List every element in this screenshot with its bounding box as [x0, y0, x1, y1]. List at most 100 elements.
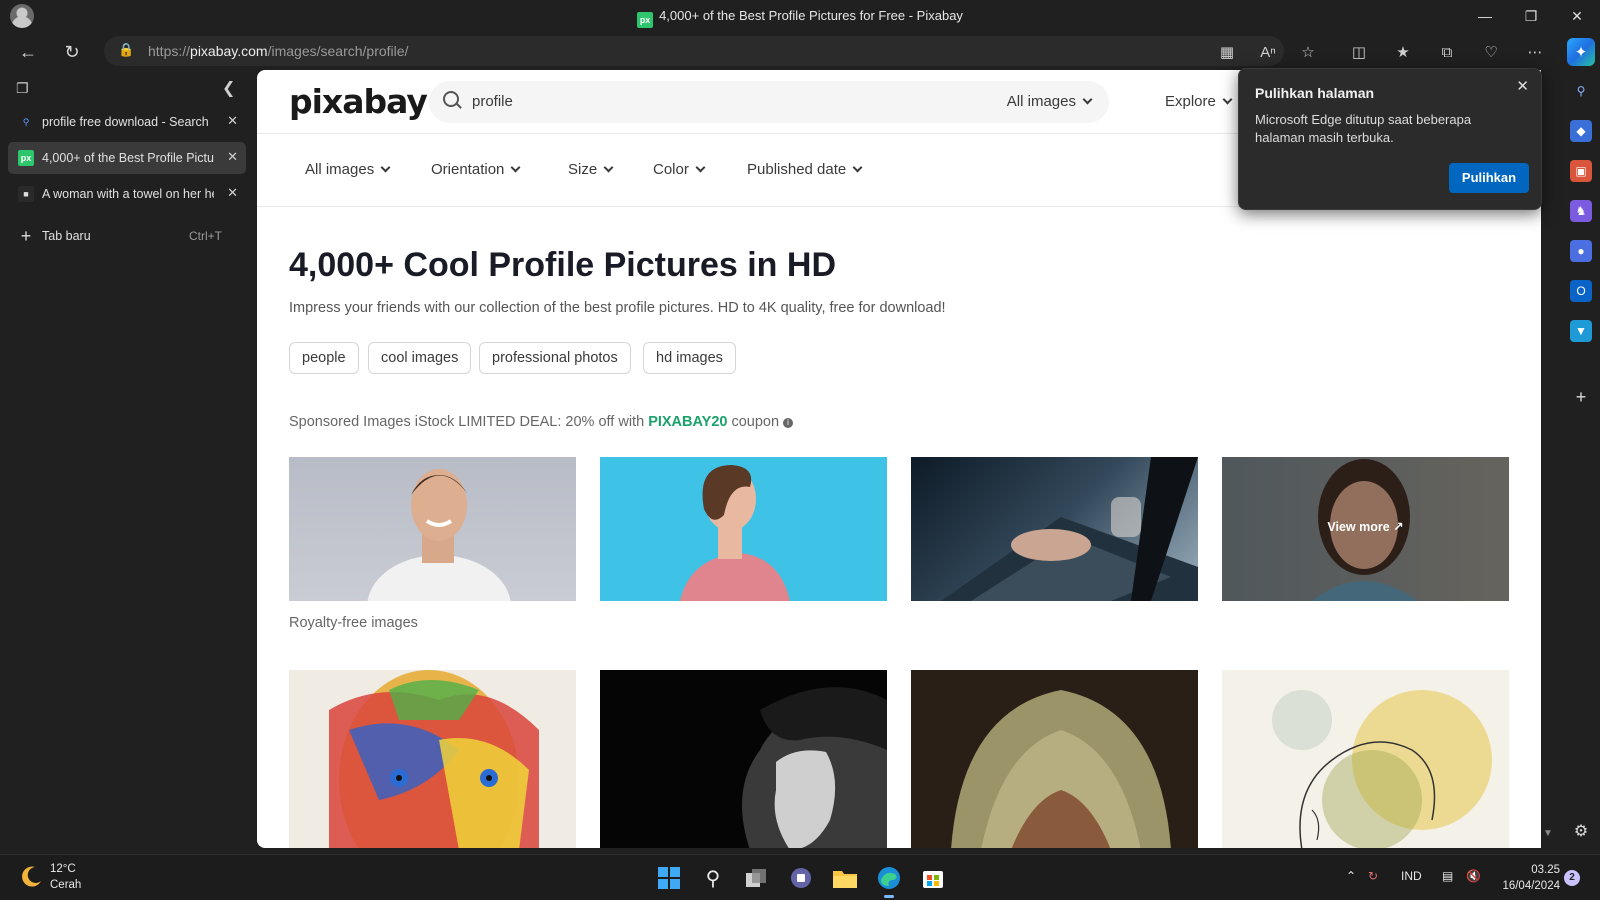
search-icon[interactable]: ⚲ [698, 863, 728, 893]
teams-icon[interactable] [786, 863, 816, 893]
edge-browser-icon[interactable] [874, 863, 904, 898]
refresh-button[interactable]: ↻ [58, 38, 86, 66]
popup-message: Microsoft Edge ditutup saat beberapa hal… [1255, 112, 1472, 145]
photo-watercolor-woman[interactable] [1222, 670, 1509, 848]
search-icon[interactable]: ⚲ [1570, 80, 1592, 102]
drop-icon[interactable]: ▼ [1570, 320, 1592, 342]
tab-label: 4,000+ of the Best Profile Pictures for … [42, 151, 214, 165]
sidebar-settings-icon[interactable]: ⚙ [1570, 820, 1592, 842]
edge-sidebar [1562, 70, 1600, 854]
view-more-link[interactable]: View more ↗ [1222, 519, 1509, 534]
plus-icon: + [20, 225, 32, 246]
pixabay-logo[interactable]: pixabay [289, 82, 428, 121]
favorites-icon[interactable]: ★ [1391, 40, 1415, 64]
photo-woman-towel-head[interactable] [911, 670, 1198, 848]
split-screen-icon[interactable]: ◫ [1347, 40, 1371, 64]
pixabay-favicon-icon: px [637, 12, 654, 28]
restore-button[interactable]: Pulihkan [1449, 163, 1529, 193]
tag-chip-hd-images[interactable]: hd images [643, 342, 736, 374]
weather-temperature: 12°C [50, 863, 76, 875]
settings-more-icon[interactable]: ⋯ [1523, 40, 1547, 64]
sponsored-label: Sponsored Images iStock LIMITED DEAL: 20… [289, 414, 794, 430]
tab-label: A woman with a towel on her head [42, 187, 214, 201]
window-title-text: 4,000+ of the Best Profile Pictures for … [659, 8, 963, 23]
close-icon[interactable]: ✕ [227, 185, 238, 201]
filter-all-images[interactable]: All images [305, 161, 391, 178]
close-icon[interactable]: ✕ [227, 149, 238, 165]
close-window-button[interactable]: ✕ [1554, 0, 1600, 32]
shopping-icon[interactable]: ◆ [1570, 120, 1592, 142]
tab-search[interactable]: ⚲ profile free download - Search ✕ [8, 106, 246, 138]
tools-icon[interactable]: ▣ [1570, 160, 1592, 182]
chevron-down-icon [1082, 94, 1093, 105]
games-icon[interactable]: ♞ [1570, 200, 1592, 222]
collections-icon[interactable]: ⧉ [1435, 40, 1459, 64]
microsoft-365-icon[interactable]: ● [1570, 240, 1592, 262]
chevron-down-icon [603, 162, 614, 173]
tag-chip-people[interactable]: people [289, 342, 359, 374]
tab-label: profile free download - Search [42, 115, 209, 129]
search-bar[interactable]: profile All images [429, 81, 1109, 123]
copilot-icon[interactable]: ✦ [1567, 38, 1595, 66]
volume-icon[interactable]: 🔇 [1466, 869, 1481, 883]
coupon-code[interactable]: PIXABAY20 [648, 414, 727, 430]
language-indicator[interactable]: IND [1401, 869, 1422, 883]
browser-essentials-icon[interactable]: ♡ [1479, 40, 1503, 64]
filter-size[interactable]: Size [568, 161, 614, 178]
chevron-up-icon[interactable]: ⌃ [1346, 869, 1356, 883]
close-icon[interactable]: ✕ [227, 113, 238, 129]
tag-chip-professional-photos[interactable]: professional photos [479, 342, 631, 374]
sponsored-photo-typing-laptop[interactable] [911, 457, 1198, 601]
clock-time: 03.25 [1531, 864, 1560, 876]
close-icon[interactable]: ✕ [1516, 77, 1529, 95]
vertical-tabs-pane: ❐ ❮ ⚲ profile free download - Search ✕ p… [0, 70, 250, 854]
page-subtitle: Impress your friends with our collection… [289, 300, 946, 316]
info-icon[interactable]: i [783, 418, 794, 428]
tab-pixabay[interactable]: px 4,000+ of the Best Profile Pictures f… [8, 142, 246, 174]
restore-button[interactable]: ❐ [1508, 0, 1554, 32]
moon-icon[interactable] [18, 864, 44, 890]
sponsored-photo-smiling-woman[interactable]: View more ↗ [1222, 457, 1509, 601]
sponsored-photo-woman-profile[interactable] [600, 457, 887, 601]
explore-menu[interactable]: Explore [1165, 93, 1233, 110]
lock-icon: 🔒 [118, 42, 135, 57]
tab-woman-towel[interactable]: ■ A woman with a towel on her head ✕ [8, 178, 246, 210]
filter-published-date[interactable]: Published date [747, 161, 863, 178]
windows-start-icon[interactable] [654, 863, 684, 893]
search-input[interactable]: profile [472, 93, 513, 110]
filter-color[interactable]: Color [653, 161, 706, 178]
tag-chip-cool-images[interactable]: cool images [368, 342, 472, 374]
url-text: https://pixabay.com/images/search/profil… [148, 43, 409, 59]
search-icon: ⚲ [22, 116, 30, 127]
royalty-free-label: Royalty-free images [289, 615, 418, 631]
minimize-button[interactable]: — [1462, 0, 1508, 32]
tab-actions-icon[interactable]: ❐ [16, 80, 29, 97]
scroll-down-arrow-icon[interactable]: ▼ [1543, 828, 1553, 839]
sync-icon[interactable]: ↻ [1368, 869, 1378, 883]
pixabay-favicon-icon: px [18, 150, 34, 166]
image-favicon-icon: ■ [18, 186, 34, 202]
app-available-icon[interactable]: ▦ [1215, 40, 1239, 64]
photo-bw-woman-profile[interactable] [600, 670, 887, 848]
search-icon [443, 91, 459, 107]
collapse-pane-icon[interactable]: ❮ [222, 78, 235, 98]
sponsored-photo-smiling-man[interactable] [289, 457, 576, 601]
clock[interactable]: 03.25 16/04/2024 [1484, 862, 1560, 894]
title-bar: px 4,000+ of the Best Profile Pictures fo… [0, 0, 1600, 32]
task-view-icon[interactable] [742, 863, 772, 893]
notification-badge[interactable]: 2 [1564, 870, 1580, 886]
new-tab-button[interactable]: + Tab baru Ctrl+T [8, 220, 246, 252]
filter-orientation[interactable]: Orientation [431, 161, 521, 178]
read-aloud-icon[interactable]: Aⁿ [1256, 40, 1280, 64]
back-button[interactable]: ← [14, 38, 42, 66]
photo-painted-face[interactable] [289, 670, 576, 848]
address-bar[interactable]: 🔒 https://pixabay.com/images/search/prof… [104, 36, 1284, 66]
search-type-dropdown[interactable]: All images [1007, 93, 1093, 110]
favorite-star-icon[interactable]: ☆ [1296, 40, 1320, 64]
network-icon[interactable]: ▤ [1442, 869, 1453, 883]
weather-condition: Cerah [50, 879, 82, 891]
add-sidebar-app-icon[interactable]: + [1570, 386, 1592, 408]
file-explorer-icon[interactable] [830, 863, 860, 893]
microsoft-store-icon[interactable] [918, 863, 948, 893]
outlook-icon[interactable]: O [1570, 280, 1592, 302]
